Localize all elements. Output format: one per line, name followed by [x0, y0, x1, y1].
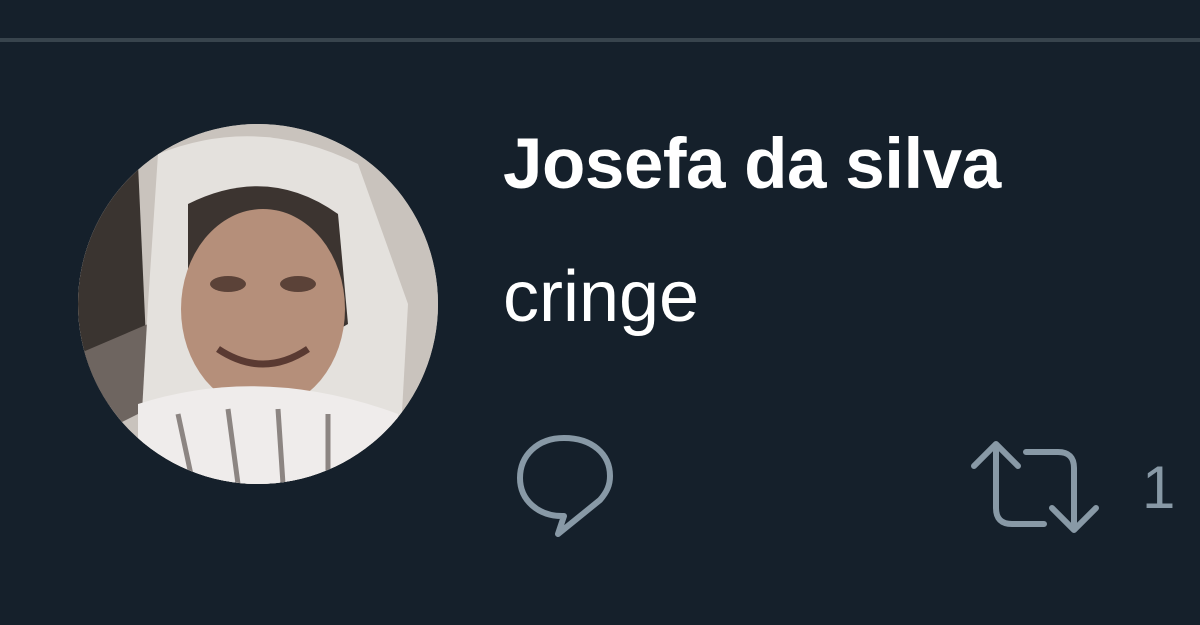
tweet-text: cringe: [503, 257, 700, 337]
avatar[interactable]: [78, 124, 438, 484]
author-name[interactable]: Josefa da silva: [503, 120, 1001, 210]
reply-button[interactable]: [512, 430, 616, 540]
timeline-screen: Josefa da silva cringe 1: [0, 0, 1200, 625]
retweet-count: 1: [1142, 454, 1176, 521]
tweet-card[interactable]: Josefa da silva cringe 1: [0, 42, 1200, 625]
user-avatar-photo-icon: [78, 124, 438, 484]
reply-icon: [517, 435, 613, 537]
retweet-icon: [971, 441, 1099, 533]
retweet-button[interactable]: 1: [970, 438, 1175, 538]
